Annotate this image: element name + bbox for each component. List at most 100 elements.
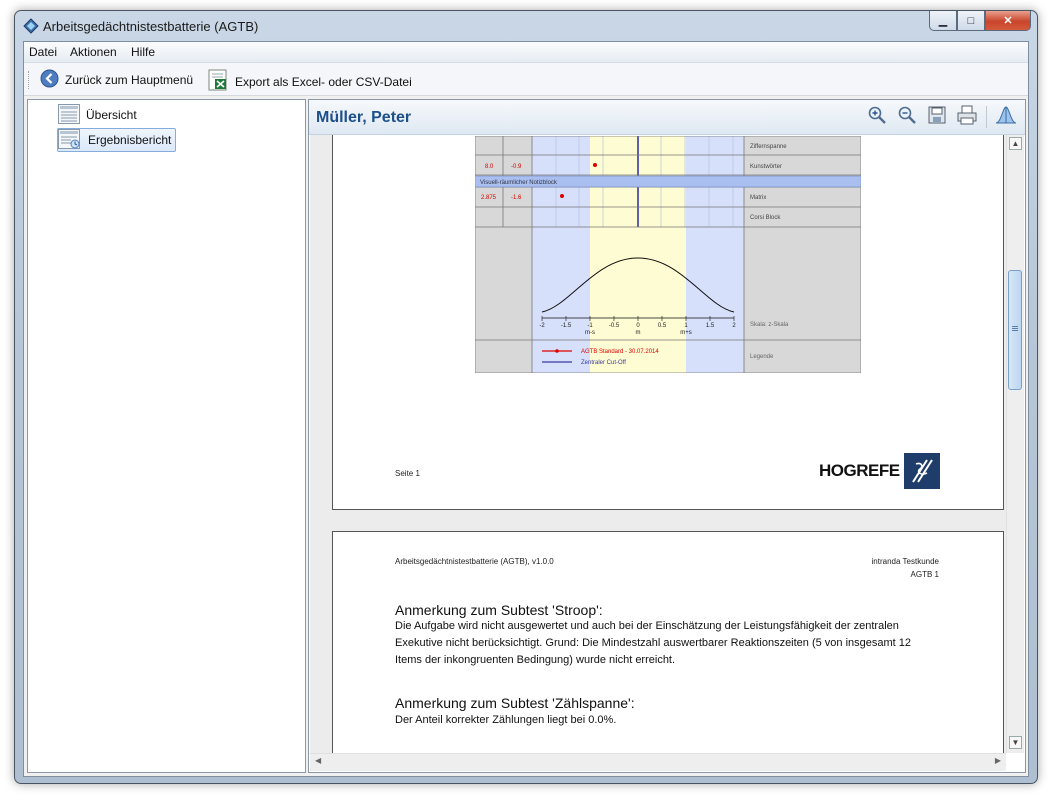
tick-label: 1.5 bbox=[706, 323, 715, 329]
maximize-icon: □ bbox=[967, 14, 975, 27]
menu-bar: Datei Aktionen Hilfe bbox=[24, 42, 1028, 63]
row-label-kunstwoerter: Kunstwörter bbox=[750, 164, 782, 170]
legend-cutoff-label: Zentraler Cut-Off bbox=[581, 360, 626, 366]
print-button[interactable] bbox=[956, 105, 978, 130]
minimize-button[interactable]: ▁ bbox=[929, 11, 957, 31]
zoom-out-button[interactable] bbox=[896, 106, 918, 128]
row-label-corsi: Corsi Block bbox=[750, 215, 781, 221]
tick-label: 0.5 bbox=[658, 323, 667, 329]
section-zaehlspanne-title: Anmerkung zum Subtest 'Zählspanne': bbox=[395, 695, 635, 711]
page-header-left: Arbeitsgedächtnistestbatterie (AGTB), v1… bbox=[395, 557, 554, 566]
excel-export-icon bbox=[208, 69, 229, 94]
menu-datei[interactable]: Datei bbox=[29, 45, 57, 59]
toolbar-separator bbox=[986, 106, 987, 128]
maximize-button[interactable]: □ bbox=[957, 11, 985, 31]
legend-label: Legende bbox=[750, 354, 774, 360]
row-label-ziffernspanne: Ziffernspanne bbox=[750, 144, 787, 150]
arrow-down-icon: ▼ bbox=[1011, 738, 1020, 747]
left-columns-bg bbox=[475, 136, 532, 373]
bell-curve-icon bbox=[995, 105, 1017, 130]
tree-item-label: Ergebnisbericht bbox=[88, 133, 172, 147]
tree-item-ergebnisbericht[interactable]: Ergebnisbericht bbox=[57, 128, 177, 152]
row3-value: 2.875 bbox=[481, 195, 497, 201]
report-page-2: Arbeitsgedächtnistestbatterie (AGTB), v1… bbox=[332, 531, 1004, 753]
section-zaehlspanne-line-1: Der Anteil korrekter Zählungen liegt bei… bbox=[395, 714, 617, 726]
section-label: Visuell-räumlicher Notizblock bbox=[480, 180, 558, 186]
profile-chart: Visuell-räumlicher Notizblock Ziffernspa… bbox=[475, 136, 861, 373]
scroll-right-icon[interactable]: ▶ bbox=[995, 756, 1001, 765]
export-button[interactable]: Export als Excel- oder CSV-Datei bbox=[208, 69, 412, 94]
data-point-kunstwoerter bbox=[593, 163, 597, 167]
zoom-in-button[interactable] bbox=[866, 106, 888, 128]
close-icon: ✕ bbox=[1003, 15, 1013, 27]
section-stroop-line-2: Exekutive nicht berücksichtigt. Grund: D… bbox=[395, 637, 912, 649]
legend-series-label: AGTB Standard - 30.07.2014 bbox=[581, 349, 659, 355]
band-high bbox=[686, 136, 744, 373]
axis-mark: m+s bbox=[680, 330, 692, 336]
vertical-scrollbar[interactable]: ▲ ▼ bbox=[1006, 135, 1024, 753]
horizontal-scrollbar[interactable]: ◀ ▶ bbox=[310, 753, 1006, 771]
tree-item-uebersicht[interactable]: Übersicht bbox=[58, 103, 141, 127]
row1-value: 8.0 bbox=[485, 164, 494, 170]
scroll-up-button[interactable]: ▲ bbox=[1009, 137, 1022, 150]
report-page-1: Visuell-räumlicher Notizblock Ziffernspa… bbox=[332, 135, 1004, 510]
tree-item-label: Übersicht bbox=[86, 108, 137, 122]
arrow-up-icon: ▲ bbox=[1011, 139, 1020, 148]
legend-series-marker bbox=[555, 349, 559, 353]
scroll-left-icon[interactable]: ◀ bbox=[315, 756, 321, 765]
navigation-tree: Übersicht Ergebnisbericht bbox=[27, 99, 306, 773]
tick-label: -1 bbox=[587, 323, 593, 329]
page-number: Seite 1 bbox=[395, 469, 420, 478]
report-icon bbox=[58, 128, 82, 152]
thumb-grip bbox=[1012, 326, 1018, 327]
export-label: Export als Excel- oder CSV-Datei bbox=[235, 74, 412, 89]
tick-label: -0.5 bbox=[609, 323, 620, 329]
page-header-right-1: intranda Testkunde bbox=[871, 557, 939, 566]
zoom-in-icon bbox=[867, 105, 887, 130]
back-label: Zurück zum Hauptmenü bbox=[65, 73, 194, 87]
tick-label: -1.5 bbox=[561, 323, 572, 329]
close-button[interactable]: ✕ bbox=[985, 11, 1031, 31]
window-title: Arbeitsgedächtnistestbatterie (AGTB) bbox=[43, 19, 259, 34]
back-to-main-menu-button[interactable]: Zurück zum Hauptmenü bbox=[40, 69, 193, 91]
client-area: Datei Aktionen Hilfe Zurück zum Hauptmen… bbox=[23, 41, 1029, 777]
printer-icon bbox=[957, 105, 977, 130]
toolbar-grip bbox=[28, 71, 32, 89]
toolbar: Zurück zum Hauptmenü Export als Excel- o… bbox=[24, 63, 1028, 96]
back-arrow-icon bbox=[40, 69, 59, 91]
report-header: Müller, Peter bbox=[309, 100, 1025, 135]
save-button[interactable] bbox=[926, 106, 948, 128]
scale-label: Skala: z-Skala bbox=[750, 322, 789, 328]
menu-aktionen[interactable]: Aktionen bbox=[70, 45, 117, 59]
axis-mark: m-s bbox=[585, 330, 595, 336]
app-window: Arbeitsgedächtnistestbatterie (AGTB) ▁ □… bbox=[14, 10, 1038, 784]
app-icon bbox=[23, 18, 39, 34]
row1-z: -0.9 bbox=[511, 164, 522, 170]
hogrefe-logo: HOGREFE bbox=[819, 453, 940, 489]
minimize-icon: ▁ bbox=[938, 15, 948, 27]
section-stroop-line-1: Die Aufgabe wird nicht ausgewertet und a… bbox=[395, 620, 899, 632]
distribution-view-button[interactable] bbox=[995, 105, 1017, 130]
label-column-bg bbox=[744, 136, 861, 373]
save-icon bbox=[928, 106, 946, 129]
title-bar[interactable]: Arbeitsgedächtnistestbatterie (AGTB) ▁ □… bbox=[15, 11, 1037, 41]
data-point-matrix bbox=[560, 194, 564, 198]
logo-text: HOGREFE bbox=[819, 461, 900, 480]
patient-name: Müller, Peter bbox=[316, 109, 412, 126]
report-pane: Müller, Peter Visuell-räumlicher Notizbl… bbox=[308, 99, 1026, 773]
vertical-scroll-thumb[interactable] bbox=[1008, 270, 1022, 390]
band-low bbox=[532, 136, 590, 373]
tick-label: -2 bbox=[539, 323, 545, 329]
zoom-out-icon bbox=[897, 105, 917, 130]
scroll-down-button[interactable]: ▼ bbox=[1009, 736, 1022, 749]
section-stroop-line-3: Items der inkongruenten Bedingung) wurde… bbox=[395, 654, 676, 666]
page-header-right-2: AGTB 1 bbox=[910, 570, 939, 579]
row-label-matrix: Matrix bbox=[750, 195, 766, 201]
axis-mark: m bbox=[636, 330, 641, 336]
row3-z: -1.6 bbox=[511, 195, 522, 201]
overview-icon bbox=[58, 103, 80, 127]
logo-mark-icon bbox=[903, 453, 940, 489]
menu-hilfe[interactable]: Hilfe bbox=[131, 45, 155, 59]
section-stroop-title: Anmerkung zum Subtest 'Stroop': bbox=[395, 602, 603, 618]
document-viewer[interactable]: Visuell-räumlicher Notizblock Ziffernspa… bbox=[310, 135, 1006, 753]
